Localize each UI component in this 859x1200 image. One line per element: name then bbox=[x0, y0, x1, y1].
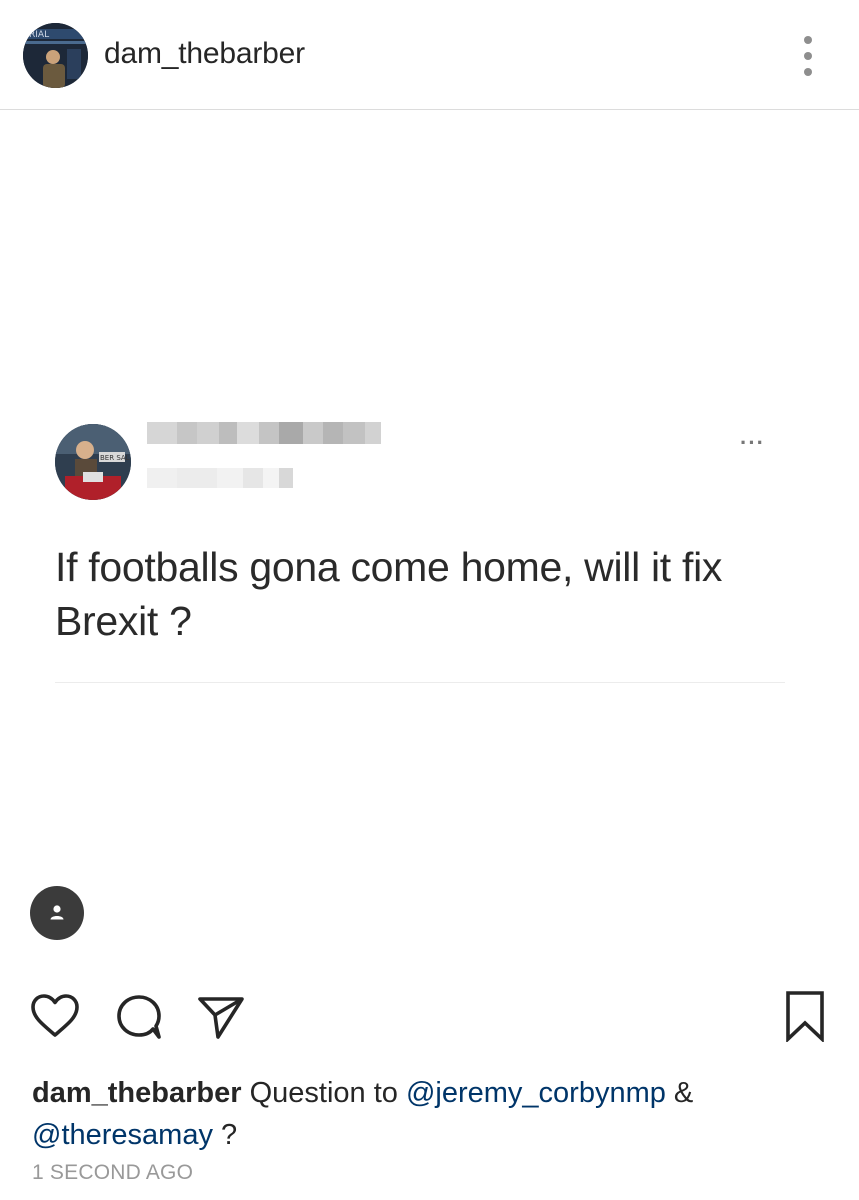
heart-icon[interactable] bbox=[30, 993, 80, 1044]
comment-icon[interactable] bbox=[114, 993, 164, 1046]
person-icon bbox=[50, 905, 64, 920]
profile-avatar[interactable]: RIAL bbox=[23, 23, 88, 88]
caption-username[interactable]: dam_thebarber bbox=[32, 1077, 242, 1109]
tweet-author-handle-pixelated bbox=[147, 468, 293, 488]
bookmark-icon[interactable] bbox=[784, 990, 826, 1047]
caption-text: Question to bbox=[241, 1077, 406, 1109]
tweet-divider bbox=[55, 682, 785, 683]
post-action-bar bbox=[0, 990, 859, 1050]
mention-link[interactable]: @jeremy_corbynmp bbox=[406, 1077, 666, 1109]
mention-link[interactable]: @theresamay bbox=[32, 1119, 213, 1151]
user-tag-icon[interactable] bbox=[30, 886, 84, 940]
svg-text:BER SAL: BER SAL bbox=[100, 454, 130, 462]
post-timestamp: 1 SECOND AGO bbox=[32, 1161, 194, 1184]
more-dot bbox=[804, 68, 812, 76]
tweet-avatar-photo-icon: BER SAL bbox=[55, 424, 131, 500]
instagram-post-view: RIAL dam_thebarber BER SAL ··· If footba… bbox=[0, 0, 859, 1200]
more-vertical-icon[interactable] bbox=[795, 36, 821, 76]
caption-text: & bbox=[665, 1077, 694, 1109]
more-dot bbox=[804, 52, 812, 60]
tweet-author-name-pixelated bbox=[147, 422, 381, 444]
post-caption: dam_thebarber Question to @jeremy_corbyn… bbox=[32, 1072, 832, 1156]
profile-photo-icon: RIAL bbox=[23, 23, 88, 88]
more-horizontal-icon: ··· bbox=[740, 430, 765, 455]
svg-text:RIAL: RIAL bbox=[29, 30, 49, 40]
more-dot bbox=[804, 36, 812, 44]
send-icon[interactable] bbox=[196, 992, 246, 1047]
post-header: RIAL dam_thebarber bbox=[0, 0, 859, 110]
caption-text: ? bbox=[212, 1119, 238, 1151]
header-username[interactable]: dam_thebarber bbox=[104, 37, 305, 71]
tweet-text: If footballs gona come home, will it fix… bbox=[55, 544, 723, 644]
tweet-author-avatar: BER SAL bbox=[55, 424, 131, 500]
post-image[interactable] bbox=[0, 111, 859, 951]
